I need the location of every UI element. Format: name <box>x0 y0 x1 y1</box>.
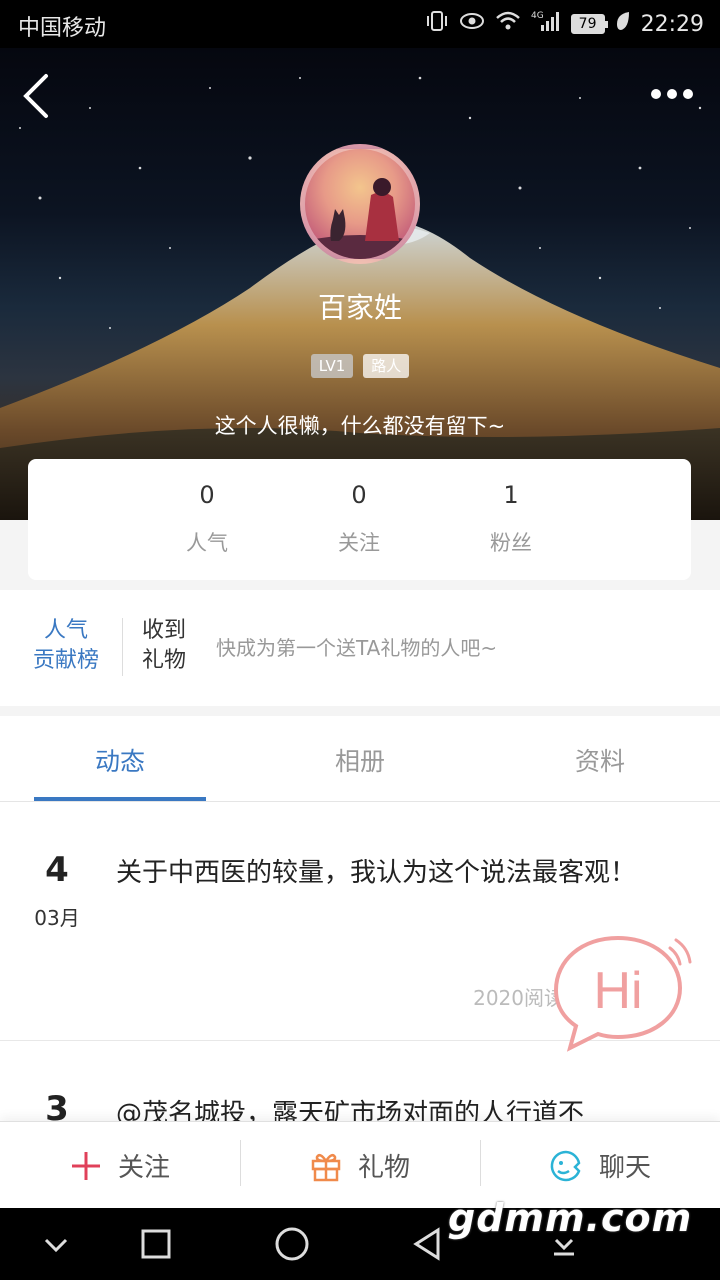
hi-greeting-button[interactable]: Hi <box>552 935 692 1052</box>
tab-bar: 动态 相册 资料 <box>0 716 720 802</box>
nav-recents-button[interactable] <box>138 1226 174 1262</box>
gift-icon <box>311 1153 341 1181</box>
eye-icon <box>459 9 485 39</box>
leaf-icon <box>615 10 631 38</box>
back-button[interactable] <box>20 72 60 120</box>
stat-value: 0 <box>199 481 215 509</box>
bottom-action-bar: 关注 礼物 聊天 <box>0 1121 720 1208</box>
chat-label: 聊天 <box>598 1153 651 1183</box>
site-watermark: gdmm.com <box>448 1196 693 1240</box>
stat-popularity[interactable]: 0 人气 <box>157 459 257 557</box>
battery-icon: 79 <box>570 14 608 34</box>
avatar-image <box>305 178 415 259</box>
vibrate-icon <box>425 9 449 39</box>
chat-icon <box>550 1150 581 1181</box>
gift-hint: 快成为第一个送TA礼物的人吧~ <box>216 636 498 660</box>
nav-home-button[interactable] <box>274 1226 310 1262</box>
svg-text:4G: 4G <box>531 11 544 21</box>
hi-bubble-icon: Hi <box>553 935 692 1052</box>
username: 百家姓 <box>317 291 402 324</box>
plus-icon <box>71 1151 100 1180</box>
stats-card: 0 人气 0 关注 1 粉丝 <box>28 459 691 580</box>
stat-fans[interactable]: 1 粉丝 <box>461 459 561 557</box>
square-icon <box>141 1229 171 1259</box>
status-bar: 中国移动 4G 79 22:29 <box>0 0 720 48</box>
nav-collapse-button[interactable] <box>38 1226 74 1262</box>
chevron-left-icon <box>23 74 48 118</box>
divider <box>122 618 123 676</box>
tab-info[interactable]: 资料 <box>515 742 685 778</box>
chevron-down-icon <box>44 1238 68 1253</box>
profile-screen: 中国移动 4G 79 22:29 百家姓 LV1 路人 这个人很懒，什么都没有留… <box>0 0 720 1280</box>
stat-label: 粉丝 <box>490 531 532 555</box>
tab-activity[interactable]: 动态 <box>35 742 205 778</box>
stat-label: 关注 <box>338 531 380 555</box>
received-label-line2: 礼物 <box>142 648 187 673</box>
rank-label-line2: 贡献榜 <box>32 648 99 673</box>
received-label-line1: 收到 <box>142 618 187 643</box>
badge-row: LV1 路人 <box>0 354 720 378</box>
title-badge: 路人 <box>363 354 410 378</box>
mountain-starry-background <box>0 76 720 520</box>
wifi-icon <box>495 9 521 39</box>
more-options-button[interactable] <box>648 84 696 104</box>
more-dots-icon <box>651 89 693 99</box>
bio-text: 这个人很懒，什么都没有留下~ <box>214 414 506 438</box>
status-icons: 4G 79 22:29 <box>425 8 704 40</box>
stat-value: 0 <box>351 481 367 509</box>
signal-4g-icon: 4G <box>531 9 561 39</box>
tab-album[interactable]: 相册 <box>275 742 445 778</box>
rank-label-line1: 人气 <box>43 618 88 643</box>
hi-text: Hi <box>593 962 642 1020</box>
gift-label: 礼物 <box>357 1153 410 1183</box>
gift-button[interactable]: 礼物 <box>240 1122 480 1209</box>
post-read-count: 2020阅读 <box>473 986 564 1010</box>
active-tab-indicator <box>34 797 206 801</box>
post-title: 关于中西医的较量，我认为这个说法最客观！ <box>116 858 637 888</box>
level-badge: LV1 <box>310 354 354 378</box>
clock: 22:29 <box>640 11 704 37</box>
post-day: 4 <box>45 850 69 890</box>
popularity-rank-link[interactable]: 人气 贡献榜 <box>26 616 106 676</box>
avatar[interactable] <box>300 144 420 264</box>
stat-value: 1 <box>503 481 519 509</box>
nav-back-button[interactable] <box>410 1226 446 1262</box>
received-gifts-label: 收到 礼物 <box>142 616 198 676</box>
gift-row[interactable]: 人气 贡献榜 收到 礼物 快成为第一个送TA礼物的人吧~ <box>0 590 720 706</box>
circle-icon <box>275 1227 309 1261</box>
stat-following[interactable]: 0 关注 <box>309 459 409 557</box>
follow-button[interactable]: 关注 <box>0 1122 240 1209</box>
carrier-label: 中国移动 <box>18 16 107 41</box>
stat-label: 人气 <box>186 531 228 555</box>
profile-header: 百家姓 LV1 路人 这个人很懒，什么都没有留下~ <box>0 48 720 520</box>
post-month: 03月 <box>34 906 80 930</box>
triangle-back-icon <box>413 1227 440 1261</box>
follow-label: 关注 <box>117 1153 170 1183</box>
